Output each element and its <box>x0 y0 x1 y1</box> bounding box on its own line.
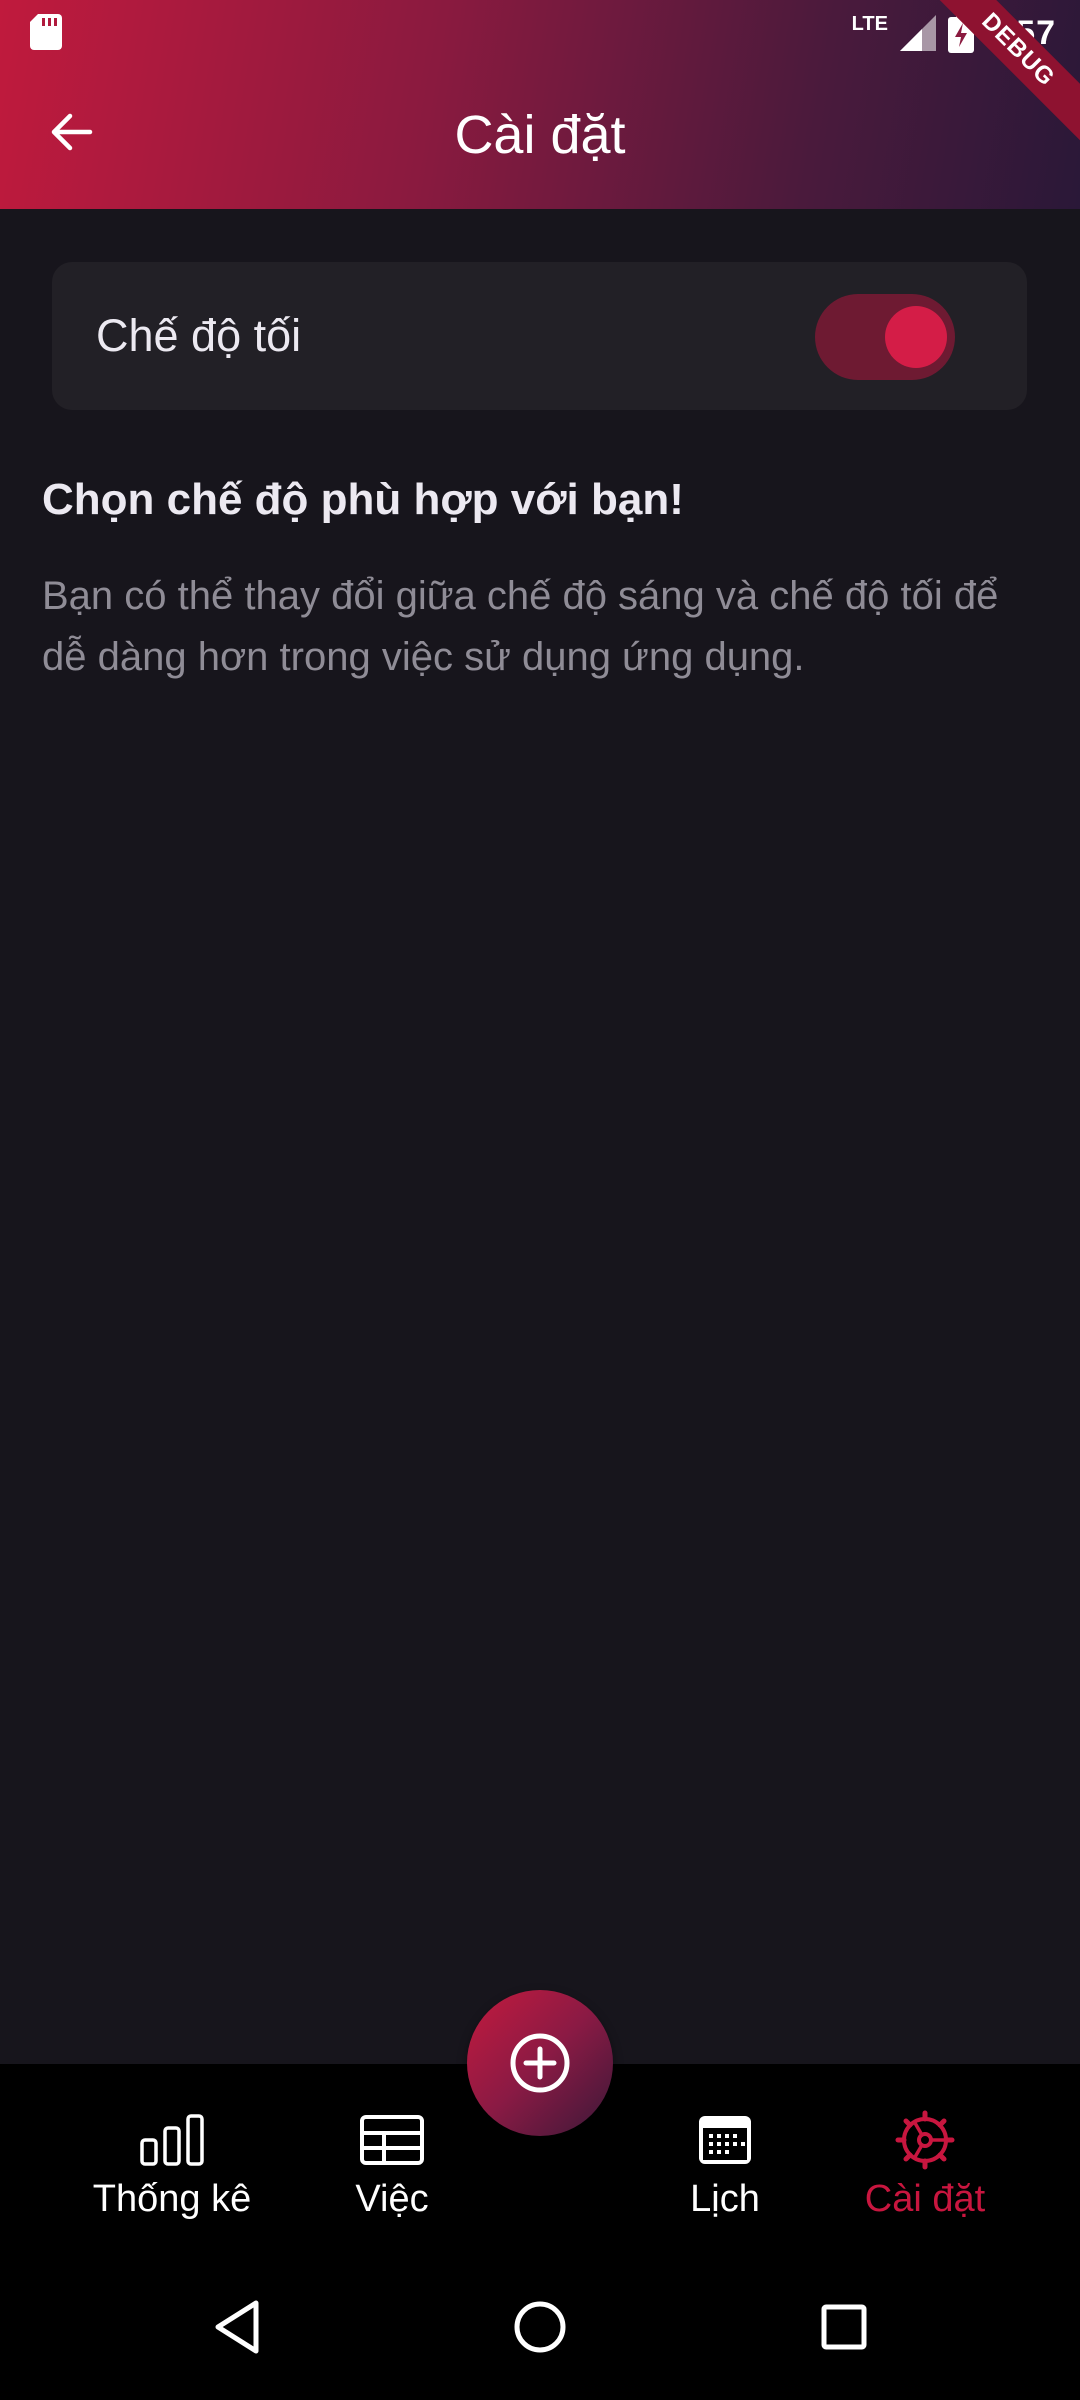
add-task-fab[interactable] <box>467 1990 613 2136</box>
section-description: Bạn có thể thay đổi giữa chế độ sáng và … <box>42 574 999 679</box>
nav-item-settings[interactable]: Cài đặt <box>840 2064 1010 2254</box>
calendar-icon <box>699 2116 751 2164</box>
toggle-thumb <box>885 306 947 368</box>
dark-mode-toggle[interactable] <box>815 294 955 380</box>
triangle-back-icon <box>215 2300 259 2354</box>
system-recents-button[interactable] <box>808 2291 880 2363</box>
bar-chart-icon <box>140 2114 204 2166</box>
table-icon <box>360 2115 424 2165</box>
system-back-button[interactable] <box>200 2291 272 2363</box>
system-home-button[interactable] <box>504 2291 576 2363</box>
signal-icon <box>899 15 936 51</box>
dark-mode-setting-card: Chế độ tối <box>52 262 1027 410</box>
page-title: Cài đặt <box>454 105 626 165</box>
add-circle-icon <box>510 2033 570 2093</box>
nav-item-statistics[interactable]: Thống kê <box>80 2064 264 2254</box>
circle-home-icon <box>514 2301 566 2353</box>
app-header: LTE 3:57 DEBUG Cài đặt <box>0 0 1080 209</box>
nav-label-settings: Cài đặt <box>864 2178 986 2220</box>
section-heading: Chọn chế độ phù hợp với bạn! <box>42 475 684 524</box>
status-bar: LTE 3:57 <box>0 0 1080 66</box>
nav-item-tasks[interactable]: Việc <box>316 2064 468 2254</box>
system-navigation-bar <box>0 2254 1080 2400</box>
nav-label-calendar: Lịch <box>690 2178 760 2220</box>
nav-item-calendar[interactable]: Lịch <box>650 2064 800 2254</box>
sd-card-icon <box>30 14 62 50</box>
nav-label-tasks: Việc <box>355 2178 429 2220</box>
dark-mode-label: Chế độ tối <box>96 310 302 361</box>
square-recents-icon <box>821 2304 867 2350</box>
network-type: LTE <box>851 12 888 35</box>
settings-icon <box>895 2110 955 2170</box>
nav-label-statistics: Thống kê <box>92 2178 252 2220</box>
